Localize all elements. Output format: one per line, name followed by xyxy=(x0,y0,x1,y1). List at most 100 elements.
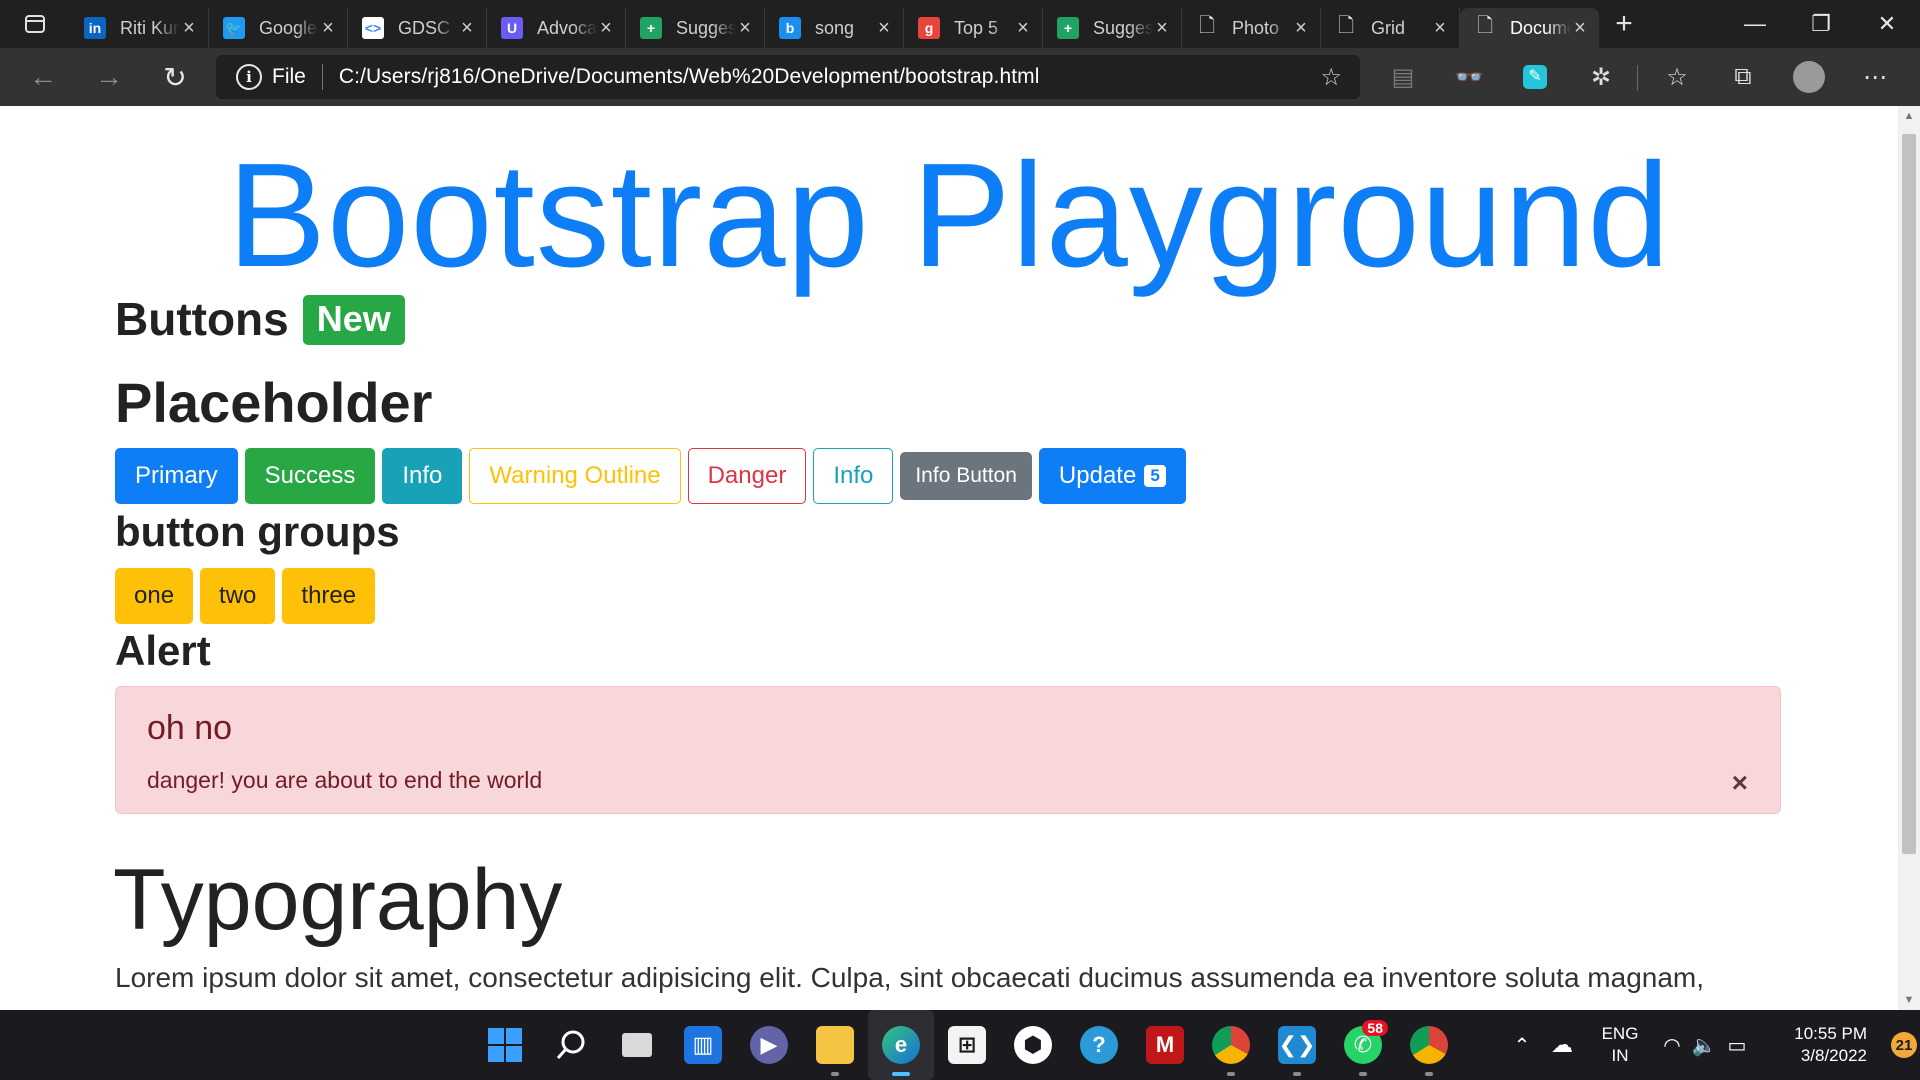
vscode-button[interactable]: ❮❯ xyxy=(1264,1010,1330,1080)
tab-close-icon[interactable]: × xyxy=(1431,17,1449,40)
teams-chat-button[interactable]: ▶ xyxy=(736,1010,802,1080)
tab-title: Suggestions xyxy=(1093,17,1153,38)
tab-close-icon[interactable]: × xyxy=(1153,17,1171,40)
forward-button[interactable]: → xyxy=(76,48,142,106)
typography-heading: Typography xyxy=(113,852,563,948)
refresh-button[interactable]: ↻ xyxy=(142,48,208,106)
task-view-button[interactable] xyxy=(604,1010,670,1080)
more-menu-icon[interactable]: ⋯ xyxy=(1842,63,1908,92)
app-hexagon-button[interactable]: ⬢ xyxy=(1000,1010,1066,1080)
browser-tab[interactable]: + Suggestions× xyxy=(1043,8,1182,48)
search-button[interactable] xyxy=(538,1010,604,1080)
browser-tab[interactable]: 🗋 Grid × xyxy=(1321,8,1460,48)
tab-close-icon[interactable]: × xyxy=(875,17,893,40)
address-scheme: File xyxy=(272,65,306,88)
widgets-button[interactable]: ▥ xyxy=(670,1010,736,1080)
running-indicator xyxy=(1359,1072,1367,1076)
notifications-badge[interactable]: 21 xyxy=(1891,1032,1917,1058)
task-view-icon xyxy=(622,1033,652,1057)
vscode-icon: ❮❯ xyxy=(1278,1026,1316,1064)
get-help-button[interactable]: ? xyxy=(1066,1010,1132,1080)
tab-close-icon[interactable]: × xyxy=(597,17,615,40)
tab-close-icon[interactable]: × xyxy=(319,17,337,40)
info-button[interactable]: Info xyxy=(382,448,463,504)
add-favorite-icon[interactable]: ☆ xyxy=(1320,63,1342,92)
edge-button[interactable]: e xyxy=(868,1010,934,1080)
tab-actions-button[interactable] xyxy=(0,0,70,48)
browser-tab[interactable]: 🗋 Document× xyxy=(1460,8,1599,48)
whatsapp-button[interactable]: ✆ 58 xyxy=(1330,1010,1396,1080)
language-indicator[interactable]: ENG IN xyxy=(1585,1023,1655,1067)
group-button-three[interactable]: three xyxy=(282,568,376,624)
tab-title: GDSC xyxy=(398,17,451,38)
running-indicator xyxy=(1227,1072,1235,1076)
hexagon-app-icon: ⬢ xyxy=(1014,1026,1052,1064)
store-icon: ⊞ xyxy=(948,1026,986,1064)
update-button-label: Update xyxy=(1058,462,1137,489)
browser-tab[interactable]: b song × xyxy=(765,8,904,48)
plus-icon: + xyxy=(640,17,662,39)
info-small-button[interactable]: Info Button xyxy=(900,452,1032,500)
warning-outline-button[interactable]: Warning Outline xyxy=(469,448,681,504)
browser-tab[interactable]: g Top 5 × xyxy=(904,8,1043,48)
browser-tab[interactable]: 🗋 Photo × xyxy=(1182,8,1321,48)
plus-icon: + xyxy=(1057,17,1079,39)
tab-close-icon[interactable]: × xyxy=(1571,17,1589,40)
danger-outline-button[interactable]: Danger xyxy=(687,448,807,504)
tab-close-icon[interactable]: × xyxy=(1292,17,1310,40)
back-button[interactable]: ← xyxy=(10,48,76,106)
site-info-icon[interactable]: i xyxy=(236,64,262,90)
chrome-profile-button[interactable] xyxy=(1198,1010,1264,1080)
store-button[interactable]: ⊞ xyxy=(934,1010,1000,1080)
running-indicator xyxy=(1425,1072,1433,1076)
group-button-one[interactable]: one xyxy=(115,568,194,624)
favorites-icon[interactable]: ☆ xyxy=(1644,63,1710,92)
pen-extension-icon[interactable]: ✎ xyxy=(1502,65,1568,89)
alert-close-button[interactable]: × xyxy=(1732,767,1748,799)
file-explorer-button[interactable] xyxy=(802,1010,868,1080)
scroll-up-icon[interactable]: ▲ xyxy=(1898,110,1920,122)
chrome-button[interactable] xyxy=(1396,1010,1462,1080)
scrollbar-thumb[interactable] xyxy=(1902,134,1916,854)
address-url[interactable]: C:/Users/rj816/OneDrive/Documents/Web%20… xyxy=(339,65,1040,89)
clock[interactable]: 10:55 PM 3/8/2022 xyxy=(1755,1023,1867,1067)
battery-icon[interactable]: ▭ xyxy=(1719,1033,1755,1058)
tab-close-icon[interactable]: × xyxy=(458,17,476,40)
volume-icon[interactable]: 🔈 xyxy=(1689,1033,1719,1058)
show-hidden-icons-chevron-icon[interactable]: ⌃ xyxy=(1505,1033,1539,1058)
browser-tab[interactable]: <> GDSC × xyxy=(348,8,487,48)
extensions-icon[interactable]: ✲ xyxy=(1568,63,1634,92)
info-outline-button[interactable]: Info xyxy=(813,448,894,504)
onedrive-cloud-icon[interactable]: ☁ xyxy=(1539,1032,1585,1058)
new-tab-button[interactable]: + xyxy=(1599,7,1649,41)
placeholder-heading: Placeholder xyxy=(115,371,433,434)
primary-button[interactable]: Primary xyxy=(115,448,238,504)
group-button-two[interactable]: two xyxy=(200,568,276,624)
close-window-button[interactable]: ✕ xyxy=(1854,0,1920,48)
wifi-icon[interactable]: ◠ xyxy=(1655,1033,1689,1058)
windows-icon xyxy=(488,1028,522,1062)
mcafee-button[interactable]: M xyxy=(1132,1010,1198,1080)
browser-tab[interactable]: in Riti Kumari× xyxy=(70,8,209,48)
update-button[interactable]: Update 5 xyxy=(1038,448,1186,504)
collections-icon[interactable]: ⧉ xyxy=(1710,63,1776,91)
tab-close-icon[interactable]: × xyxy=(736,17,754,40)
start-button[interactable] xyxy=(472,1010,538,1080)
profile-avatar[interactable] xyxy=(1776,61,1842,93)
reader-view-icon[interactable]: ▤ xyxy=(1370,63,1436,92)
minimize-button[interactable]: — xyxy=(1722,0,1788,48)
restore-button[interactable]: ❐ xyxy=(1788,0,1854,48)
browser-tab[interactable]: 🐦 Google × xyxy=(209,8,348,48)
tab-close-icon[interactable]: × xyxy=(1014,17,1032,40)
page-scrollbar[interactable]: ▲ ▼ xyxy=(1898,106,1920,1010)
browser-tab[interactable]: U Advocate× xyxy=(487,8,626,48)
tab-close-icon[interactable]: × xyxy=(180,17,198,40)
tab-title: Riti Kumari xyxy=(120,17,180,38)
success-button[interactable]: Success xyxy=(244,448,376,504)
browser-tab[interactable]: + Suggestions× xyxy=(626,8,765,48)
widgets-icon: ▥ xyxy=(684,1026,722,1064)
address-bar[interactable]: i File C:/Users/rj816/OneDrive/Documents… xyxy=(216,55,1360,99)
glasses-extension-icon[interactable]: 👓 xyxy=(1436,63,1502,92)
language-line1: ENG xyxy=(1601,1024,1639,1043)
scroll-down-icon[interactable]: ▼ xyxy=(1898,994,1920,1006)
